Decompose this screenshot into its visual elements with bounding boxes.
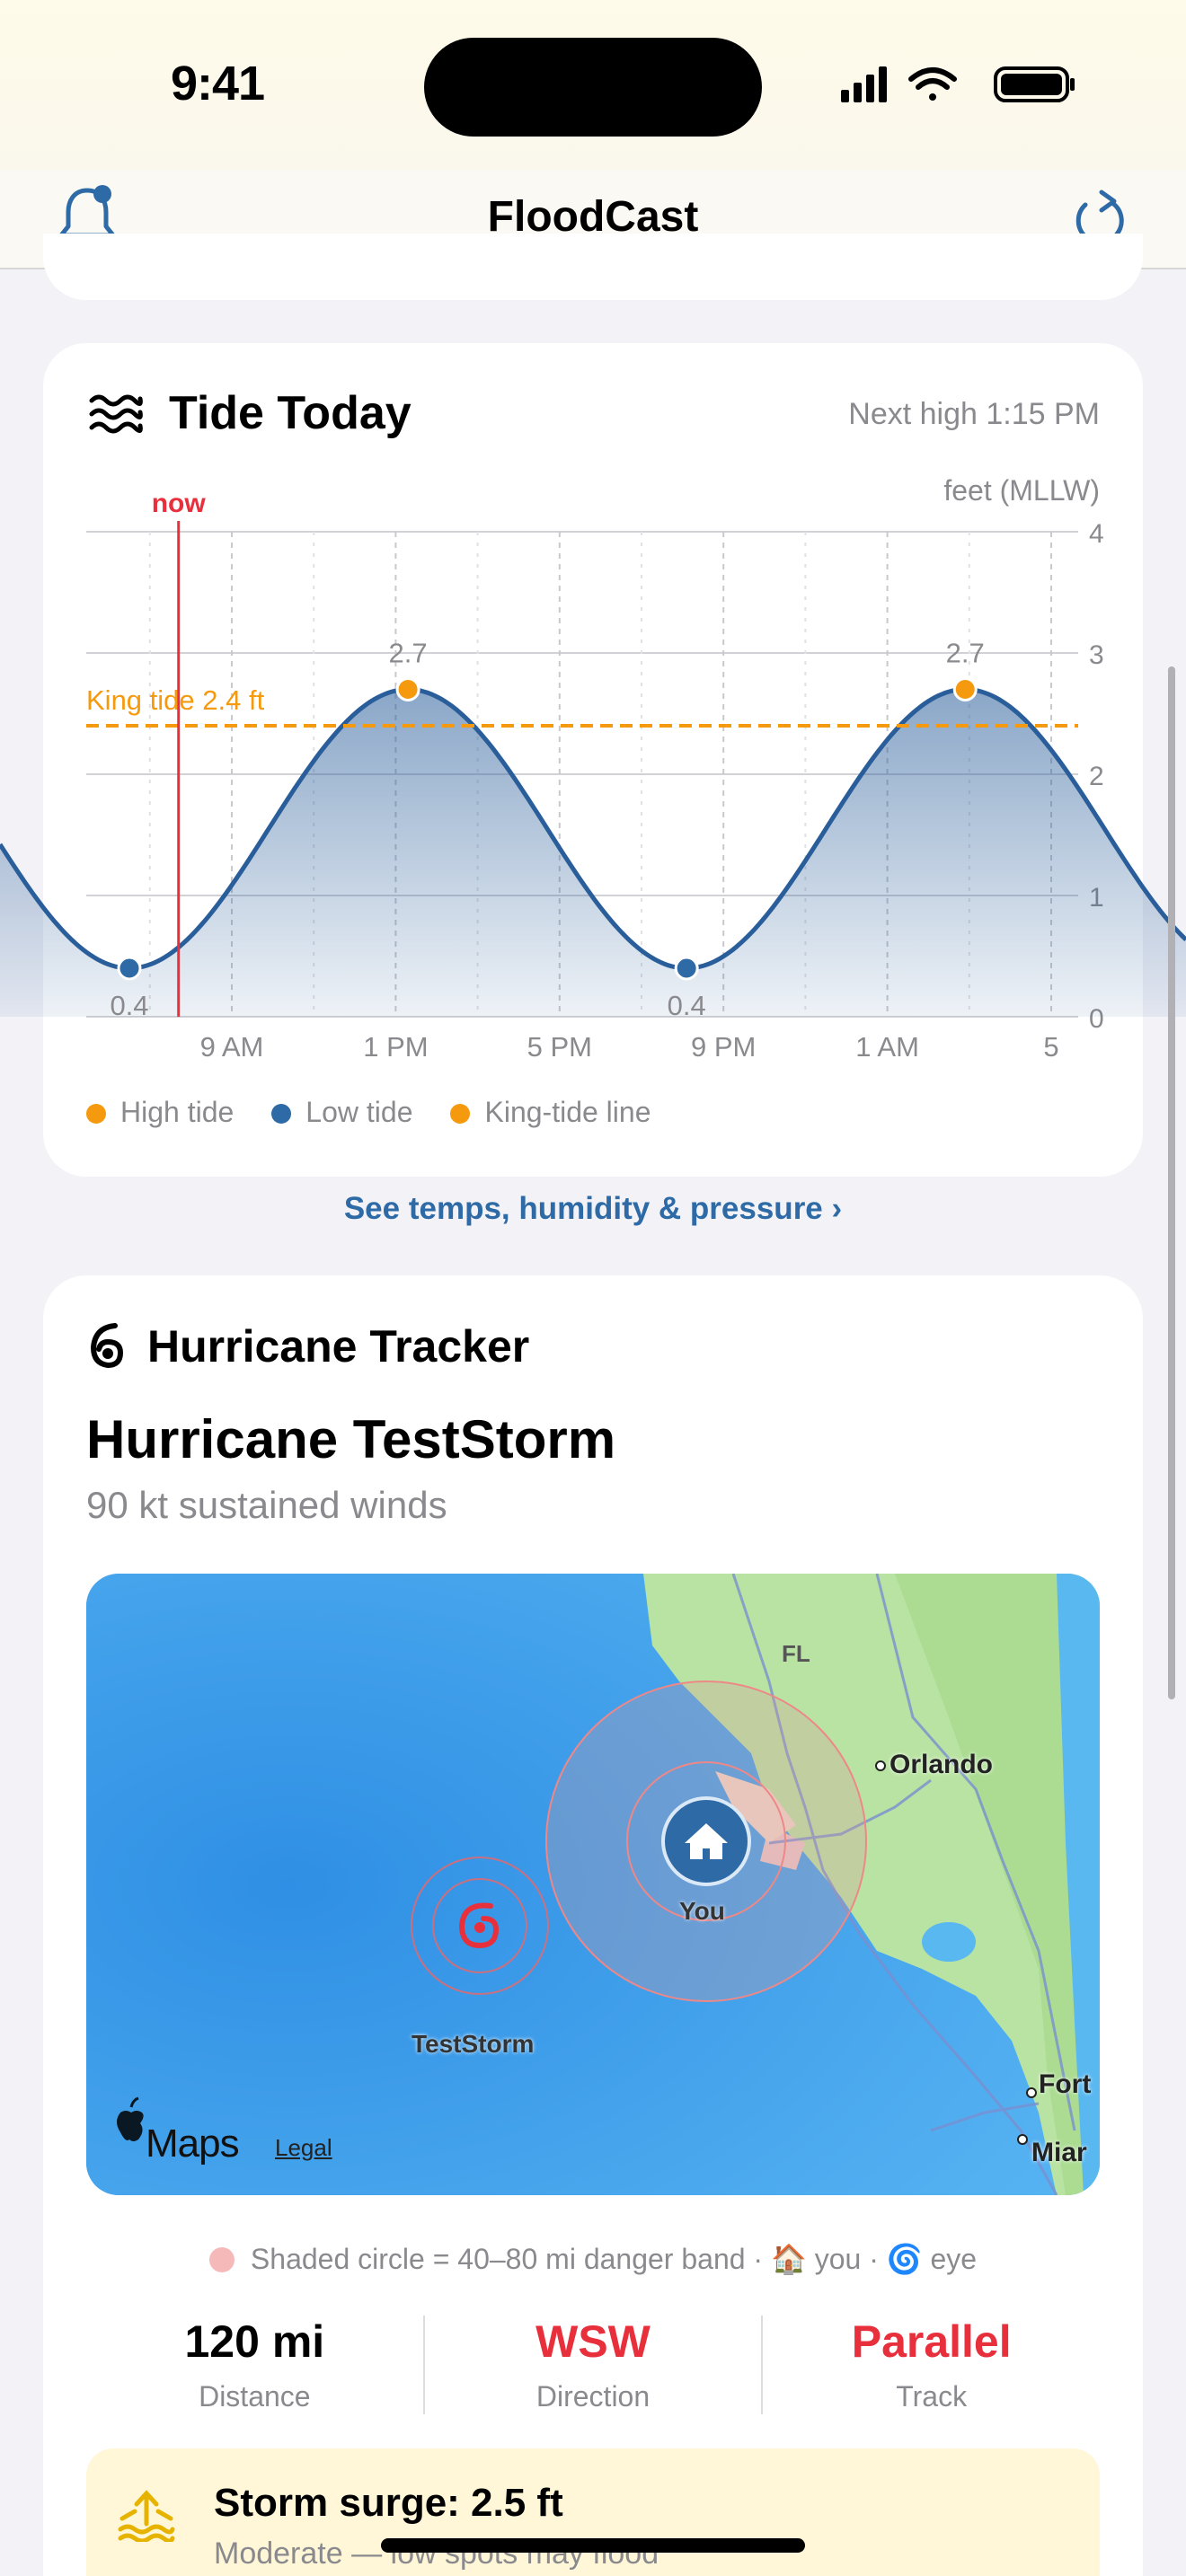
- legend-high-tide: High tide: [86, 1096, 234, 1129]
- chevron-right-icon: ›: [831, 1191, 843, 1226]
- storm-winds: 90 kt sustained winds: [86, 1484, 447, 1526]
- dynamic-island: [424, 38, 762, 137]
- previous-card: [43, 234, 1143, 300]
- map-legend-note: Shaded circle = 40–80 mi danger band · 🏠…: [43, 2242, 1143, 2276]
- map-label-fort: Fort: [1039, 2069, 1092, 2099]
- map-label-orlando: Orlando: [890, 1750, 994, 1779]
- wifi-icon: [908, 67, 957, 101]
- storm-surge-panel[interactable]: Storm surge: 2.5 ft Moderate — low spots…: [86, 2448, 1100, 2576]
- see-more-link[interactable]: See temps, humidity & pressure ›: [0, 1191, 1186, 1227]
- hurricane-card: Hurricane Tracker Hurricane TestStorm 90…: [43, 1275, 1143, 2576]
- apple-maps-brand: Maps: [146, 2122, 240, 2166]
- stat-direction: WSW Direction: [422, 2316, 762, 2414]
- status-time: 9:41: [171, 57, 265, 110]
- storm-name: Hurricane TestStorm: [86, 1409, 616, 1469]
- hurricane-tracker-title: Hurricane Tracker: [147, 1321, 530, 1372]
- status-bar: 9:41: [0, 0, 1186, 171]
- map-label-you: You: [679, 1897, 725, 1925]
- hurricane-map[interactable]: FL Orlando Fort Miar You TestStorm Maps …: [86, 1574, 1100, 2195]
- scroll-indicator[interactable]: [1168, 666, 1175, 1699]
- tide-legend: High tide Low tide King-tide line: [86, 1096, 651, 1129]
- hurricane-icon: [90, 1323, 124, 1369]
- legend-king-tide: King-tide line: [450, 1096, 651, 1129]
- map-canvas: [86, 1574, 1100, 2195]
- stat-track: Parallel Track: [761, 2316, 1100, 2414]
- map-label-fl: FL: [782, 1640, 810, 1667]
- legend-low-tide: Low tide: [271, 1096, 412, 1129]
- map-label-miami: Miar: [1031, 2138, 1087, 2167]
- tide-card: Tide Today Next high 1:15 PM High tide L…: [43, 343, 1143, 1177]
- storm-surge-icon: [118, 2490, 175, 2542]
- surge-title: Storm surge: 2.5 ft: [214, 2481, 563, 2525]
- map-legal-link[interactable]: Legal: [275, 2134, 332, 2162]
- home-indicator[interactable]: [381, 2538, 805, 2553]
- status-icons: [841, 66, 1075, 102]
- cellular-signal-icon: [841, 66, 887, 102]
- home-marker[interactable]: [661, 1796, 751, 1886]
- danger-band-swatch: [208, 2247, 235, 2272]
- battery-icon: [994, 66, 1075, 102]
- next-high-label: Next high 1:15 PM: [848, 397, 1100, 431]
- storm-stats: 120 mi Distance WSW Direction Parallel Trac…: [86, 2316, 1100, 2414]
- water-waves-icon: [89, 394, 143, 434]
- stat-distance: 120 mi Distance: [184, 2316, 325, 2413]
- map-label-storm: TestStorm: [412, 2030, 535, 2058]
- tide-title: Tide Today: [169, 387, 412, 439]
